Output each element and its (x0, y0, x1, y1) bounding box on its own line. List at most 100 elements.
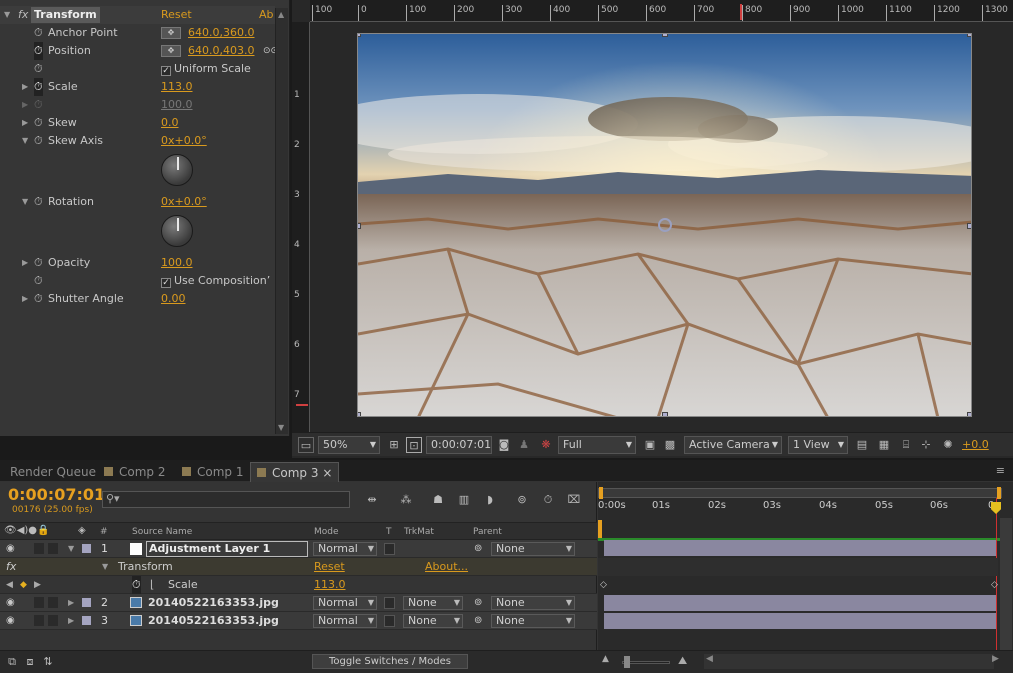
layer-switches-icon[interactable]: ⧉ (4, 654, 20, 670)
blend-mode-dropdown[interactable]: Normal (313, 542, 377, 556)
stopwatch-icon[interactable]: ⏱ (34, 114, 43, 132)
transfer-controls-icon[interactable]: ⧈ (22, 654, 38, 670)
layer-duration-bar[interactable] (604, 540, 996, 556)
layer-row[interactable]: ◉ ▶ 2 20140522163353.jpg Normal None ⊚ N… (0, 594, 597, 612)
timeline-horizontal-scrollbar[interactable] (704, 654, 994, 669)
skew-value[interactable]: 0.0 (161, 114, 179, 132)
timeline-current-time[interactable]: 0:00:07:01 (8, 485, 105, 504)
timeline-icon[interactable]: ⌸ (898, 437, 914, 453)
always-preview-icon[interactable]: ▭ (298, 437, 314, 453)
exposure-icon[interactable]: ✺ (940, 437, 956, 453)
zoom-in-icon[interactable]: ⛰ (678, 654, 687, 668)
audio-toggle[interactable] (34, 615, 44, 626)
stopwatch-icon[interactable]: ⏱ (34, 24, 43, 42)
time-ruler[interactable]: 0:00s 01s 02s 03s 04s 05s 06s 0 (598, 500, 1002, 518)
skew-axis-value[interactable]: 0x+0.0° (161, 132, 207, 150)
lock-toggle[interactable] (48, 597, 58, 608)
resolution-dropdown[interactable]: Full ▼ (558, 436, 636, 454)
stopwatch-icon[interactable]: ⏱ (34, 290, 43, 308)
work-area-start-handle[interactable] (599, 487, 603, 499)
reset-link[interactable]: Reset (161, 6, 192, 24)
rotation-value[interactable]: 0x+0.0° (161, 193, 207, 211)
pickwhip-icon[interactable]: ⊚ (474, 612, 482, 630)
brainstorm-icon[interactable]: ⏱ (540, 492, 556, 508)
keyframe-icon[interactable]: ◇ (600, 580, 607, 590)
safe-zones-icon[interactable]: ⊡ (406, 437, 422, 453)
close-tab-icon[interactable]: × (322, 466, 332, 480)
layer-name[interactable]: 20140522163353.jpg (148, 612, 279, 630)
label-color-swatch[interactable] (82, 598, 91, 607)
preserve-transparency-toggle[interactable] (384, 615, 395, 627)
eye-icon[interactable]: ◉ (6, 594, 15, 612)
toggle-switches-modes-button[interactable]: Toggle Switches / Modes (312, 654, 468, 669)
layer-name[interactable]: Adjustment Layer 1 (146, 541, 308, 557)
stopwatch-active-icon[interactable]: ⏱ (132, 576, 141, 594)
tab-comp-3[interactable]: Comp 3 × (250, 462, 340, 482)
next-keyframe-icon[interactable]: ▶ (34, 576, 41, 594)
in-out-icon[interactable]: ⇅ (40, 654, 56, 670)
frame-blending-icon[interactable]: ▥ (456, 492, 472, 508)
transform-handle[interactable] (967, 34, 971, 37)
tab-render-queue[interactable]: Render Queue (10, 462, 96, 482)
prev-keyframe-icon[interactable]: ◀ (6, 576, 13, 594)
transparency-grid-icon[interactable]: ▩ (662, 437, 678, 453)
layer-duration-bar[interactable] (604, 595, 996, 611)
collapse-triangle-icon[interactable]: ▼ (22, 193, 28, 211)
scale-property-row[interactable]: ◀ ◆ ▶ ⏱ ⌊ Scale 113.0 (0, 576, 597, 594)
scroll-left-icon[interactable]: ◀ (706, 654, 713, 664)
layer-search-input[interactable]: ⚲▾ (102, 491, 350, 508)
transform-handle[interactable] (358, 34, 361, 37)
scale-value[interactable]: 113.0 (161, 78, 193, 96)
work-area-bar[interactable] (598, 487, 1002, 499)
expand-triangle-icon[interactable]: ▶ (22, 254, 28, 272)
preserve-transparency-toggle[interactable] (384, 543, 395, 555)
track-matte-dropdown[interactable]: None (403, 614, 463, 628)
exposure-value[interactable]: +0.0 (962, 438, 989, 451)
collapse-triangle-icon[interactable]: ▼ (102, 558, 108, 576)
blend-mode-dropdown[interactable]: Normal (313, 614, 377, 628)
preserve-transparency-toggle[interactable] (384, 597, 395, 609)
layer-duration-bar[interactable] (604, 613, 996, 629)
audio-toggle[interactable] (34, 543, 44, 554)
in-point-marker[interactable] (598, 520, 602, 538)
graph-icon[interactable]: ⌊ (150, 576, 154, 594)
transform-handle[interactable] (967, 412, 971, 416)
about-link[interactable]: Ab (259, 6, 274, 24)
layer-row[interactable]: ◉ ▶ 3 20140522163353.jpg Normal None ⊚ N… (0, 612, 597, 630)
stopwatch-icon[interactable]: ⏱ (34, 272, 43, 290)
label-color-swatch[interactable] (82, 616, 91, 625)
pickwhip-icon[interactable]: ⊚ (474, 540, 482, 558)
transform-handle[interactable] (662, 34, 668, 37)
zoom-out-icon[interactable]: ▲ (602, 654, 609, 664)
transform-effect-header[interactable]: ▼ fx Transform Reset Ab (0, 6, 275, 24)
fast-previews-icon[interactable]: ▦ (876, 437, 892, 453)
panel-menu-icon[interactable]: ≡ (996, 464, 1005, 477)
scroll-up-icon[interactable]: ▲ (278, 10, 284, 19)
work-area-end-handle[interactable] (997, 487, 1001, 499)
effect-controls-scrollbar[interactable]: ▲ ▼ (275, 8, 288, 434)
shutter-angle-value[interactable]: 0.00 (161, 290, 186, 308)
skew-axis-dial[interactable] (161, 154, 193, 186)
anchor-point-value[interactable]: 640.0,360.0 (188, 24, 254, 42)
stopwatch-active-icon[interactable]: ⏱ (34, 78, 43, 96)
region-of-interest-icon[interactable]: ▣ (642, 437, 658, 453)
comp-mini-flowchart-icon[interactable]: ⇹ (364, 492, 380, 508)
transform-handle[interactable] (967, 223, 971, 229)
column-source-name[interactable]: Source Name (132, 523, 192, 541)
fx-icon[interactable]: fx (6, 558, 16, 576)
audio-toggle[interactable] (34, 597, 44, 608)
position-value[interactable]: 640.0,403.0 (188, 42, 254, 60)
expand-triangle-icon[interactable]: ▶ (22, 114, 28, 132)
fit-icon[interactable]: ⊞ (386, 437, 402, 453)
toggle-pixel-aspect-icon[interactable]: ▤ (854, 437, 870, 453)
scale-value[interactable]: 113.0 (314, 576, 346, 594)
fx-icon[interactable]: fx (18, 6, 28, 24)
pickwhip-icon[interactable]: ⊚ (474, 594, 482, 612)
lock-toggle[interactable] (48, 615, 58, 626)
transform-reset-link[interactable]: Reset (314, 558, 345, 576)
transform-handle[interactable] (662, 412, 668, 416)
tab-comp-2[interactable]: Comp 2 (104, 462, 165, 482)
snapshot-camera-icon[interactable]: ◙ (496, 437, 512, 453)
live-update-icon[interactable]: ⌧ (566, 492, 582, 508)
composition-image[interactable] (357, 33, 972, 417)
